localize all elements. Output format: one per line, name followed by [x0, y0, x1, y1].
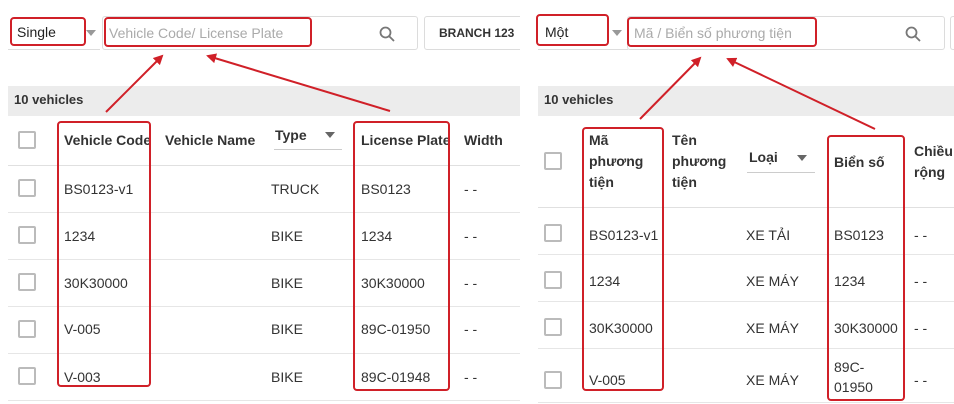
type-filter-chevron-icon[interactable]	[797, 155, 807, 161]
vehicle-code-cell: 30K30000	[589, 320, 653, 336]
row-checkbox[interactable]	[18, 367, 36, 385]
type-cell: XE MÁY	[746, 273, 799, 289]
width-cell: - -	[914, 227, 928, 243]
type-filter-underline	[274, 149, 342, 150]
type-cell: BIKE	[271, 228, 303, 244]
type-cell: BIKE	[271, 369, 303, 385]
width-cell: - -	[464, 369, 478, 385]
license-plate-cell: 1234	[834, 273, 866, 289]
type-cell: BIKE	[271, 275, 303, 291]
row-checkbox[interactable]	[18, 226, 36, 244]
english-panel: Single BRANCH 123 10 vehicles Vehicle Co…	[0, 0, 520, 404]
column-header-type[interactable]: Type	[275, 125, 307, 146]
table-row[interactable]: BS0123-v1 XE TẢI BS0123 - -	[538, 208, 954, 255]
column-header-vehicle-code[interactable]: Mã phương tiện	[589, 130, 643, 193]
table-row[interactable]: V-003 BIKE 89C-01948 - -	[8, 354, 520, 401]
column-header-vehicle-name[interactable]: Vehicle Name	[165, 130, 255, 151]
row-checkbox[interactable]	[18, 273, 36, 291]
mode-select-value: Single	[17, 24, 56, 40]
select-all-checkbox[interactable]	[544, 152, 562, 170]
branch-button[interactable]: BRANCH 123	[424, 16, 520, 50]
table-row[interactable]: BS0123-v1 TRUCK BS0123 - -	[8, 166, 520, 213]
chevron-down-icon	[612, 30, 622, 36]
branch-button-partial[interactable]	[950, 16, 954, 50]
vietnamese-panel: Một 10 vehicles Mã phương tiện Tên phươn…	[530, 0, 954, 404]
vehicle-count-bar: 10 vehicles	[538, 86, 954, 116]
chevron-down-icon	[86, 30, 96, 36]
width-cell: - -	[914, 372, 928, 388]
vehicle-count: 10 vehicles	[544, 92, 614, 107]
toolbar: Single BRANCH 123	[8, 16, 520, 50]
vehicle-code-cell: V-005	[64, 321, 101, 337]
type-cell: XE TẢI	[746, 227, 791, 243]
type-filter-underline	[747, 172, 815, 173]
width-cell: - -	[464, 321, 478, 337]
row-checkbox[interactable]	[544, 371, 562, 389]
search-box[interactable]	[627, 16, 945, 50]
search-input[interactable]	[109, 23, 349, 43]
toolbar: Một	[538, 16, 954, 50]
vehicle-count: 10 vehicles	[14, 92, 84, 107]
row-checkbox[interactable]	[544, 224, 562, 242]
type-cell: XE MÁY	[746, 372, 799, 388]
column-header-vehicle-code[interactable]: Vehicle Code	[64, 130, 151, 151]
license-plate-cell: 89C-01948	[361, 369, 431, 385]
width-cell: - -	[464, 181, 478, 197]
license-plate-cell: 30K30000	[361, 275, 425, 291]
row-checkbox[interactable]	[18, 179, 36, 197]
vehicle-code-cell: BS0123-v1	[64, 181, 134, 197]
vehicle-code-cell: V-003	[64, 369, 101, 385]
table-row[interactable]: 30K30000 XE MÁY 30K30000 - -	[538, 302, 954, 349]
column-header-license-plate[interactable]: Biển số	[834, 152, 885, 173]
select-all-checkbox[interactable]	[18, 131, 36, 149]
column-header-type[interactable]: Loại	[749, 147, 778, 168]
license-plate-cell: BS0123	[834, 227, 884, 243]
column-header-width[interactable]: Chiều rộng	[914, 141, 953, 183]
license-plate-cell: BS0123	[361, 181, 411, 197]
search-input[interactable]	[634, 23, 874, 43]
mode-select-value: Một	[545, 24, 569, 40]
vehicle-count-bar: 10 vehicles	[8, 86, 520, 116]
license-plate-cell: 89C-01950	[361, 321, 431, 337]
vehicle-code-cell: 1234	[589, 273, 621, 289]
search-box[interactable]	[102, 16, 418, 50]
vehicle-code-cell: BS0123-v1	[589, 227, 659, 243]
row-checkbox[interactable]	[18, 320, 36, 338]
width-cell: - -	[914, 273, 928, 289]
table-row[interactable]: 1234 XE MÁY 1234 - -	[538, 255, 954, 302]
mode-select[interactable]: Một	[538, 16, 628, 50]
search-icon[interactable]	[379, 26, 395, 42]
column-header-license-plate[interactable]: License Plate	[361, 130, 451, 151]
vehicle-code-cell: V-005	[589, 372, 626, 388]
type-cell: BIKE	[271, 321, 303, 337]
column-header-vehicle-name[interactable]: Tên phương tiện	[672, 130, 726, 193]
row-checkbox[interactable]	[544, 318, 562, 336]
table-row[interactable]: 1234 BIKE 1234 - -	[8, 213, 520, 260]
column-header-width[interactable]: Width	[464, 130, 503, 151]
table-header: Mã phương tiện Tên phương tiện Loại Biển…	[538, 116, 954, 208]
table-row[interactable]: V-005 XE MÁY 89C- 01950 - -	[538, 349, 954, 403]
license-plate-cell: 1234	[361, 228, 393, 244]
license-plate-cell: 30K30000	[834, 320, 898, 336]
width-cell: - -	[464, 228, 478, 244]
vehicle-code-cell: 1234	[64, 228, 96, 244]
table-row[interactable]: V-005 BIKE 89C-01950 - -	[8, 307, 520, 354]
vehicle-code-cell: 30K30000	[64, 275, 128, 291]
license-plate-cell: 89C- 01950	[834, 359, 873, 395]
table-header: Vehicle Code Vehicle Name Type License P…	[8, 116, 520, 166]
row-checkbox[interactable]	[544, 271, 562, 289]
table-row[interactable]: 30K30000 BIKE 30K30000 - -	[8, 260, 520, 307]
width-cell: - -	[914, 320, 928, 336]
mode-select[interactable]: Single	[8, 16, 100, 50]
width-cell: - -	[464, 275, 478, 291]
search-icon[interactable]	[905, 26, 921, 42]
type-cell: TRUCK	[271, 181, 320, 197]
type-cell: XE MÁY	[746, 320, 799, 336]
type-filter-chevron-icon[interactable]	[325, 132, 335, 138]
